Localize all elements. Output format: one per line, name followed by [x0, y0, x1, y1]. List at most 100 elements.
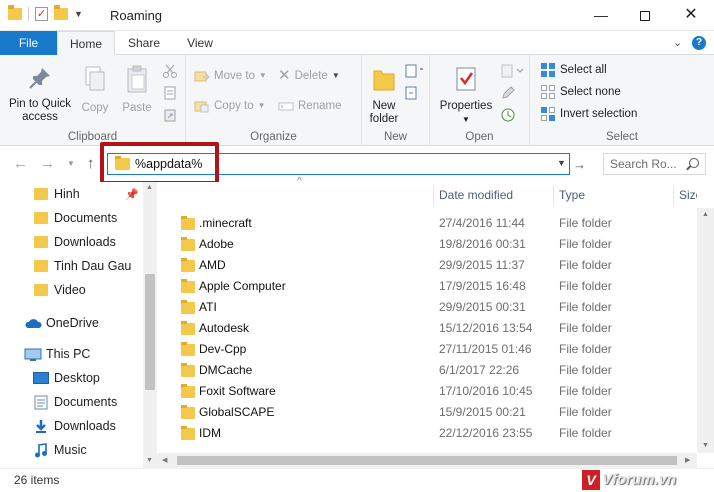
chevron-down-icon: ▼	[258, 71, 267, 80]
history-icon[interactable]	[500, 107, 516, 123]
open-file-icon[interactable]	[500, 63, 524, 79]
cut-icon[interactable]	[162, 63, 178, 79]
nav-item-music[interactable]: Music	[0, 439, 143, 461]
nav-item-downloads[interactable]: Downloads	[0, 231, 143, 253]
select-all-icon	[541, 63, 555, 77]
scroll-left-icon[interactable]: ◀	[162, 456, 167, 464]
pin-to-quick-access-button[interactable]: Pin to Quick access	[5, 65, 75, 124]
paste-button[interactable]: Paste	[118, 65, 156, 115]
expand-ribbon-chevron-icon[interactable]: ⌄	[673, 36, 682, 49]
nav-item-this-pc[interactable]: This PC	[0, 343, 143, 365]
minimize-button[interactable]: —	[578, 0, 624, 31]
table-row[interactable]: ATI 29/9/2015 00:31 File folder	[157, 297, 697, 318]
properties-qat-icon[interactable]: ✓	[35, 7, 48, 21]
column-header-size[interactable]: Size	[679, 182, 697, 208]
address-input[interactable]: %appdata%	[135, 157, 202, 171]
select-none-label: Select none	[560, 86, 621, 98]
invert-selection-button[interactable]: Invert selection	[540, 105, 637, 123]
column-header-date[interactable]: Date modified	[439, 182, 513, 208]
table-row[interactable]: Autodesk 15/12/2016 13:54 File folder	[157, 318, 697, 339]
close-button[interactable]: ✕	[668, 0, 714, 31]
nav-item-documents[interactable]: Documents	[0, 207, 143, 229]
select-none-button[interactable]: Select none	[540, 83, 621, 101]
search-input[interactable]: Search Ro...	[610, 157, 677, 171]
file-list-horizontal-scrollbar[interactable]: ◀ ▶	[157, 453, 697, 468]
go-arrow-icon[interactable]: →	[573, 157, 586, 172]
table-row[interactable]: Adobe 19/8/2016 00:31 File folder	[157, 234, 697, 255]
new-item-icon[interactable]	[404, 63, 424, 79]
copy-to-button[interactable]: Copy to ▼	[194, 97, 266, 115]
new-group: New folder New	[362, 55, 430, 146]
tab-home[interactable]: Home	[57, 31, 115, 56]
search-box[interactable]: Search Ro...	[603, 153, 706, 175]
nav-item-pc-documents[interactable]: Documents	[0, 391, 143, 413]
table-row[interactable]: AMD 29/9/2015 11:37 File folder	[157, 255, 697, 276]
address-bar[interactable]: %appdata% ▼	[107, 153, 570, 175]
table-row[interactable]: DMCache 6/1/2017 22:26 File folder	[157, 360, 697, 381]
nav-item-desktop[interactable]: Desktop	[0, 367, 143, 389]
easy-access-icon[interactable]	[404, 85, 424, 101]
file-list-vertical-scrollbar[interactable]: ▲ ▼	[697, 208, 714, 453]
column-header-name[interactable]	[177, 182, 431, 208]
column-header-type[interactable]: Type	[559, 182, 585, 208]
nav-item-video[interactable]: Video	[0, 279, 143, 301]
back-arrow-icon[interactable]: ←	[13, 155, 28, 172]
new-folder-button[interactable]: New folder	[364, 65, 404, 126]
table-row[interactable]: Dev-Cpp 27/11/2015 01:46 File folder	[157, 339, 697, 360]
table-row[interactable]: GlobalSCAPE 15/9/2015 00:21 File folder	[157, 402, 697, 423]
scroll-down-icon[interactable]: ▼	[702, 442, 709, 449]
search-icon	[689, 158, 699, 168]
select-all-button[interactable]: Select all	[540, 61, 607, 79]
help-icon[interactable]: ?	[692, 36, 706, 50]
copy-to-icon	[194, 101, 209, 113]
table-row[interactable]: Foxit Software 17/10/2016 10:45 File folde…	[157, 381, 697, 402]
chevron-down-icon: ▼	[462, 115, 470, 124]
forward-arrow-icon[interactable]: →	[40, 155, 55, 172]
ribbon: Pin to Quick access Copy Paste Clipboard…	[0, 55, 714, 146]
divider[interactable]	[673, 186, 674, 206]
scroll-right-icon[interactable]: ▶	[685, 456, 690, 464]
copy-label: Copy	[81, 102, 109, 114]
address-history-chevron-icon[interactable]: ▼	[557, 158, 566, 168]
tab-file[interactable]: File	[0, 31, 57, 55]
nav-item-label: Music	[54, 443, 87, 457]
recent-locations-chevron-icon[interactable]: ▼	[67, 159, 75, 168]
nav-item-label: Documents	[54, 211, 118, 225]
tab-share[interactable]: Share	[118, 31, 170, 55]
copy-path-icon[interactable]	[162, 85, 178, 101]
properties-button[interactable]: Properties ▼	[438, 65, 494, 126]
nav-pane-scroll-thumb[interactable]	[145, 274, 155, 390]
invert-selection-icon	[541, 107, 555, 121]
maximize-button[interactable]	[622, 0, 668, 31]
delete-button[interactable]: ✕ Delete ▼	[278, 67, 340, 85]
folder-icon	[181, 258, 195, 272]
tab-view[interactable]: View	[175, 31, 225, 55]
copy-button[interactable]: Copy	[78, 65, 112, 115]
nav-item-onedrive[interactable]: OneDrive	[0, 312, 143, 334]
divider[interactable]	[433, 186, 434, 206]
paste-shortcut-icon[interactable]	[162, 107, 178, 123]
up-arrow-icon[interactable]: ↑	[87, 155, 95, 172]
rename-button[interactable]: Rename	[278, 97, 341, 115]
navigation-pane: Hinh 📌 Documents Downloads Tinh Dau Gau …	[0, 182, 157, 468]
nav-item-pc-downloads[interactable]: Downloads	[0, 415, 143, 437]
horizontal-scroll-thumb[interactable]	[177, 456, 677, 465]
table-row[interactable]: Apple Computer 17/9/2015 16:48 File folder	[157, 276, 697, 297]
move-to-button[interactable]: Move to ▼	[194, 67, 267, 85]
customize-qat-chevron-icon[interactable]: ▼	[74, 9, 83, 19]
nav-pane-scrollbar[interactable]: ▲ ▼	[143, 182, 157, 468]
table-row[interactable]: .minecraft 27/4/2016 11:44 File folder	[157, 213, 697, 234]
file-date: 6/1/2017 22:26	[439, 363, 520, 377]
scroll-down-icon[interactable]: ▼	[146, 457, 153, 464]
scroll-up-icon[interactable]: ▲	[702, 211, 709, 218]
table-row[interactable]: IDM 22/12/2016 23:55 File folder	[157, 423, 697, 444]
nav-item-tinh-dau-gau[interactable]: Tinh Dau Gau	[0, 255, 143, 277]
file-date: 29/9/2015 00:31	[439, 300, 526, 314]
edit-icon[interactable]	[500, 85, 516, 101]
new-folder-qat-icon[interactable]	[54, 5, 68, 20]
folder-icon	[181, 216, 195, 230]
divider[interactable]	[553, 186, 554, 206]
file-list: ^ Date modified Type Size .minecraft27/4…	[157, 176, 714, 468]
scroll-up-icon[interactable]: ▲	[146, 184, 153, 191]
nav-item-hinh[interactable]: Hinh 📌	[0, 183, 143, 205]
